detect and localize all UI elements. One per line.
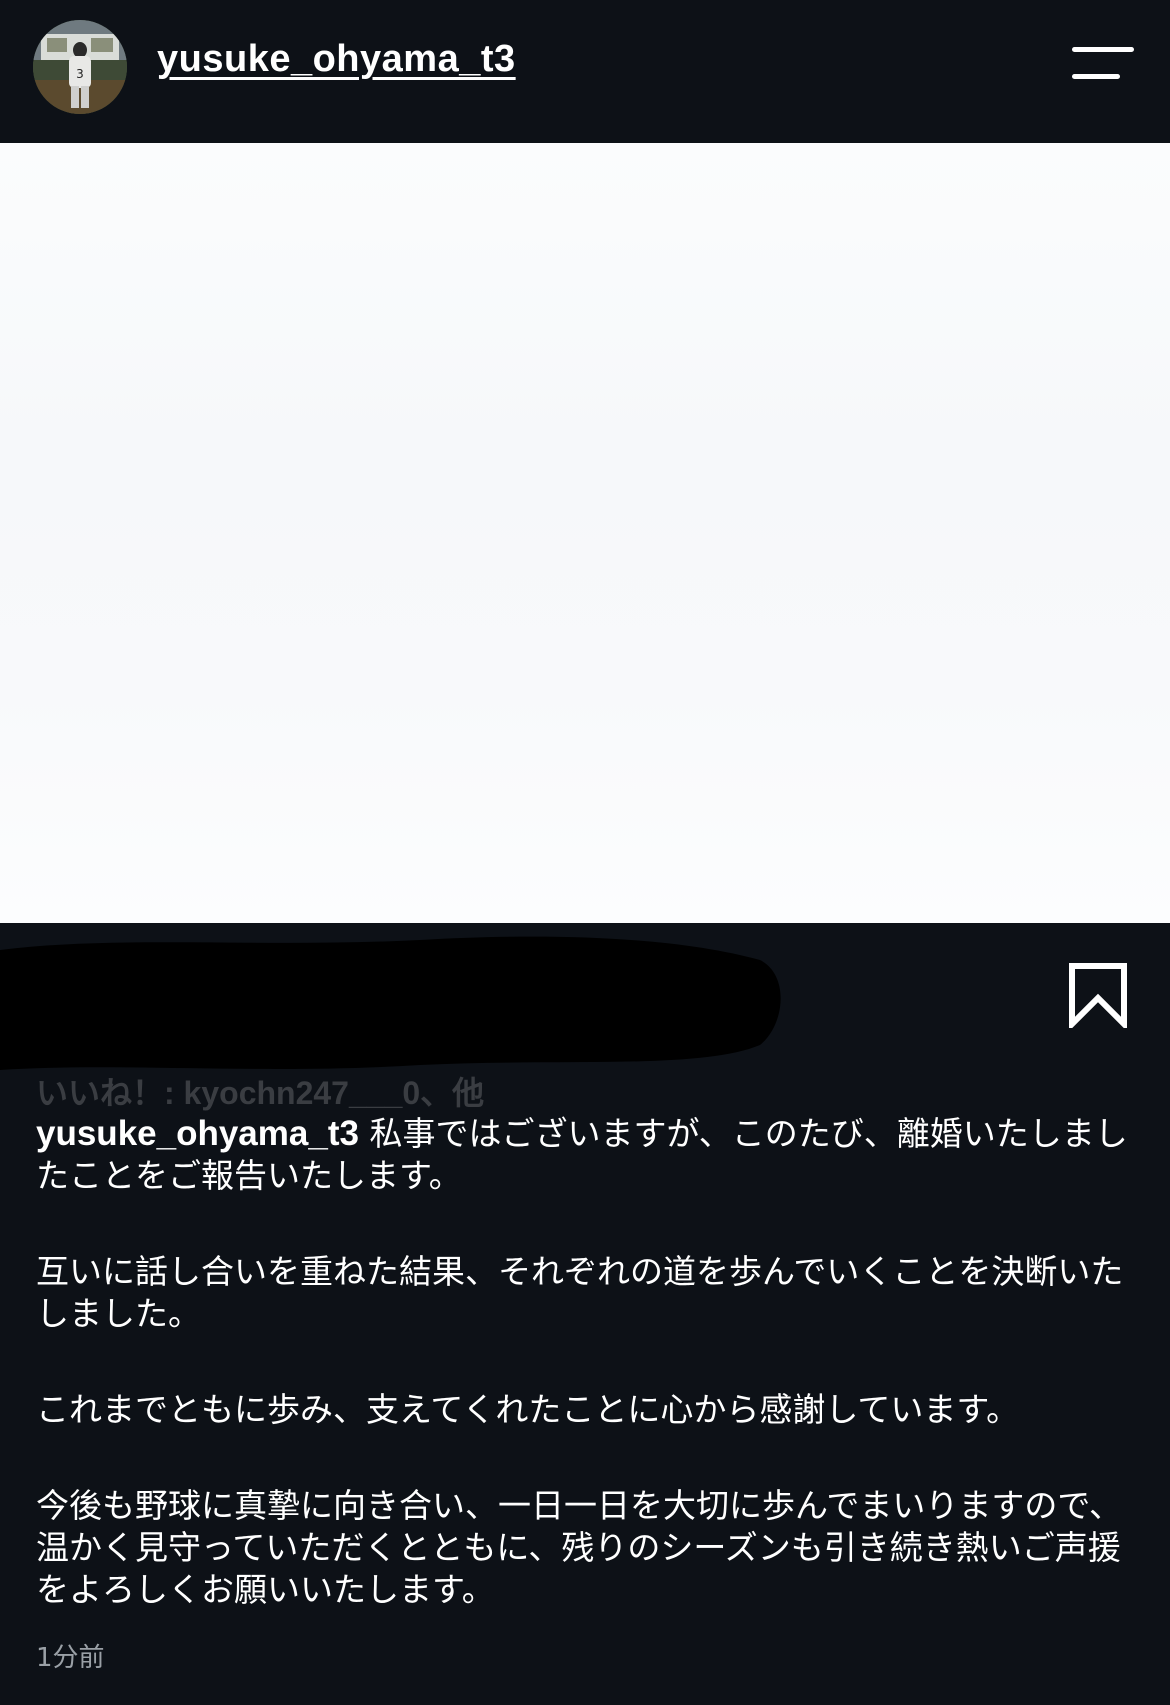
avatar-photo: 3 xyxy=(33,20,127,114)
profile-header: 3 yusuke_ohyama_t3 xyxy=(0,0,1170,143)
redaction-mark xyxy=(0,936,781,1070)
caption-paragraph-1: yusuke_ohyama_t3 私事ではございますが、このたび、離婚いたしまし… xyxy=(36,1113,1136,1197)
avatar[interactable]: 3 xyxy=(33,20,127,114)
likes-count[interactable]: いいね！: kyochn247___0、他 xyxy=(36,1068,484,1114)
post-image[interactable] xyxy=(0,143,1170,923)
username-link[interactable]: yusuke_ohyama_t3 xyxy=(157,38,516,81)
svg-text:3: 3 xyxy=(76,67,84,81)
post-caption: yusuke_ohyama_t3 私事ではございますが、このたび、離婚いたしまし… xyxy=(36,1113,1136,1665)
hamburger-menu-icon[interactable] xyxy=(1072,45,1134,81)
caption-paragraph-3: これまでともに歩み、支えてくれたことに心から感謝しています。 xyxy=(36,1390,1020,1429)
bookmark-icon[interactable] xyxy=(1068,962,1128,1032)
caption-paragraph-2: 互いに話し合いを重ねた結果、それぞれの道を歩んでいくことを決断いたしました。 xyxy=(36,1252,1124,1333)
caption-username[interactable]: yusuke_ohyama_t3 xyxy=(36,1114,359,1153)
caption-paragraph-4: 今後も野球に真摯に向き合い、一日一日を大切に歩んでまいりますので、温かく見守って… xyxy=(36,1486,1123,1609)
post-timestamp: 1分前 xyxy=(36,1643,105,1673)
